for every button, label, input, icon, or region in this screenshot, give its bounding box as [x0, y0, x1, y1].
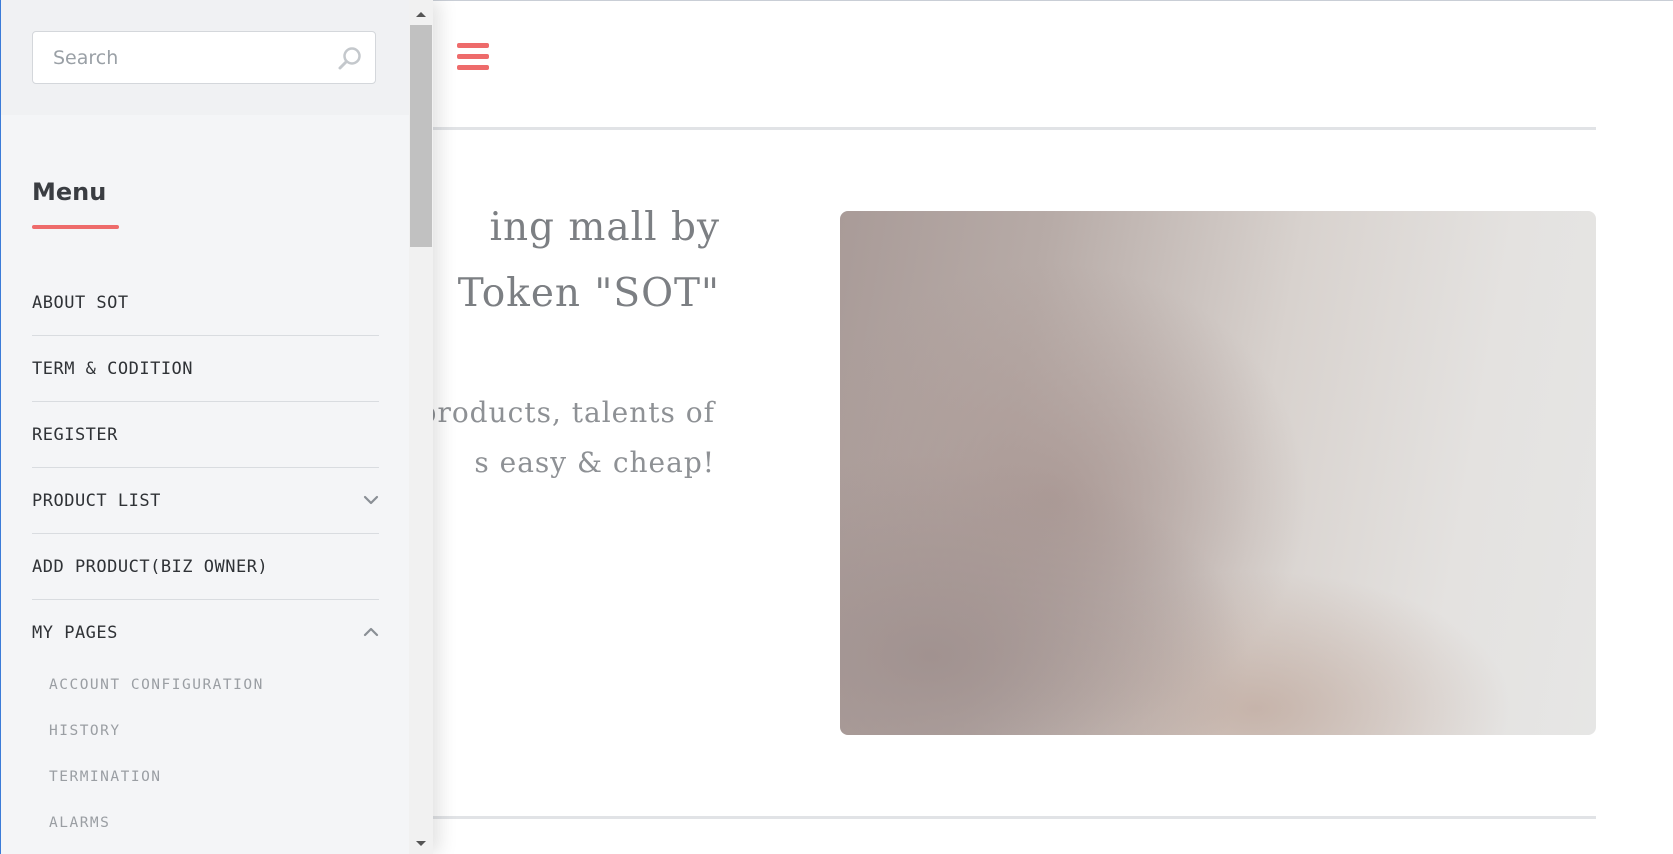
menu-item-my-pages[interactable]: MY PAGES — [32, 600, 379, 665]
search-input[interactable] — [53, 32, 323, 83]
menu-item-add-product[interactable]: ADD PRODUCT(BIZ OWNER) — [32, 534, 379, 600]
menu-heading: Menu — [32, 178, 107, 206]
menu-item-product-list[interactable]: PRODUCT LIST — [32, 468, 379, 534]
scrollbar-thumb[interactable] — [410, 25, 432, 247]
menu-item-label: MY PAGES — [32, 622, 118, 643]
menu-item-register[interactable]: REGISTER — [32, 402, 379, 468]
sidebar-drawer: Menu ABOUT SOT TERM & CODITION REGISTER … — [0, 0, 433, 854]
menu-item-about-sot[interactable]: ABOUT SOT — [32, 270, 379, 336]
submenu-item-history[interactable]: HISTORY — [49, 708, 369, 754]
window-left-border — [0, 0, 1, 854]
menu-item-label: ADD PRODUCT(BIZ OWNER) — [32, 556, 269, 577]
menu-item-label: PRODUCT LIST — [32, 490, 161, 511]
menu-heading-underline — [32, 225, 119, 229]
submenu-item-account-configuration[interactable]: ACCOUNT CONFIGURATION — [49, 662, 369, 708]
menu-item-label: TERM & CODITION — [32, 358, 194, 379]
menu-list: ABOUT SOT TERM & CODITION REGISTER PRODU… — [32, 270, 379, 665]
hamburger-icon[interactable] — [457, 43, 489, 71]
chevron-up-icon[interactable] — [363, 624, 379, 640]
scroll-up-arrow-icon[interactable] — [409, 4, 433, 24]
hero-image — [840, 211, 1596, 735]
submenu-my-pages: ACCOUNT CONFIGURATION HISTORY TERMINATIO… — [49, 662, 369, 846]
menu-item-terms[interactable]: TERM & CODITION — [32, 336, 379, 402]
chevron-down-icon[interactable] — [363, 492, 379, 508]
submenu-item-termination[interactable]: TERMINATION — [49, 754, 369, 800]
menu-item-label: ABOUT SOT — [32, 292, 129, 313]
search-box — [32, 31, 376, 84]
scroll-down-arrow-icon[interactable] — [409, 834, 433, 854]
search-icon[interactable] — [337, 45, 363, 71]
menu-item-label: REGISTER — [32, 424, 118, 445]
submenu-item-alarms[interactable]: ALARMS — [49, 800, 369, 846]
search-area — [0, 0, 409, 115]
